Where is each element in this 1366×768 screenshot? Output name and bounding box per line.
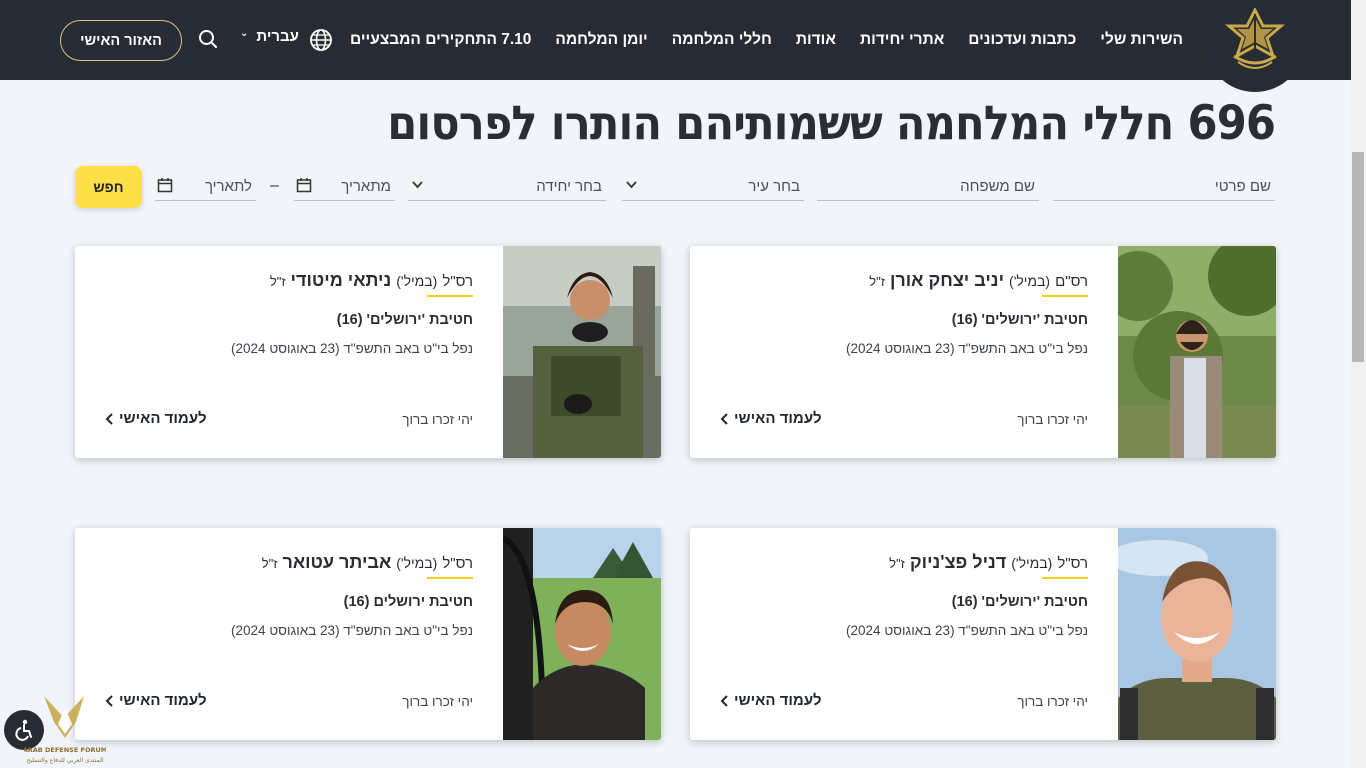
chevron-left-icon — [720, 412, 728, 425]
fallen-unit: חטיבת 'ירושלים' (16) — [336, 312, 473, 328]
fallen-date: נפל בי"ט באב התשפ"ד (23 באוגוסט 2024) — [231, 623, 473, 638]
date-range-separator: – — [270, 177, 279, 194]
forum-watermark-line2: المنتدى العربي للدفاع والتسليح — [27, 757, 104, 764]
soldier-photo — [503, 246, 661, 458]
fallen-card[interactable]: רס"ם (במיל') יניב יצחק אורן ז"ל חטיבת 'י… — [690, 246, 1276, 458]
calendar-icon[interactable] — [157, 177, 173, 197]
main-nav: השירות שלי כתבות ועדכונים אתרי יחידות או… — [350, 0, 1195, 80]
name-underline — [1042, 577, 1088, 579]
nav-item-articles[interactable]: כתבות ועדכונים — [956, 31, 1088, 49]
fallen-date: נפל בי"ט באב התשפ"ד (23 באוגוסט 2024) — [846, 341, 1088, 356]
chevron-down-icon — [626, 180, 637, 192]
idf-emblem-icon — [1224, 8, 1286, 69]
forum-watermark: ARAB DEFENSE FORUM المنتدى العربي للدفاع… — [23, 688, 107, 768]
fallen-name: רס"ם (במיל') יניב יצחק אורן ז"ל — [869, 270, 1088, 290]
site-header: השירות שלי כתבות ועדכונים אתרי יחידות או… — [0, 0, 1351, 92]
chevron-left-icon — [720, 694, 728, 707]
idf-logo[interactable] — [1205, 0, 1305, 92]
personal-page-link[interactable]: לעמוד האישי — [105, 692, 207, 709]
fallen-date: נפל בי"ט באב התשפ"ד (23 באוגוסט 2024) — [846, 623, 1088, 638]
chevron-down-icon — [412, 180, 423, 192]
memorial-text: יהי זכרו ברוך — [1017, 412, 1088, 427]
soldier-photo — [503, 528, 661, 740]
nav-item-about[interactable]: אודות — [784, 31, 848, 49]
to-date-placeholder: לתאריך — [204, 177, 252, 195]
forum-watermark-line1: ARAB DEFENSE FORUM — [24, 746, 106, 754]
fallen-name: רס"ל (במיל') אביתר עטואר ז"ל — [261, 552, 473, 572]
unit-select[interactable]: בחר יחידה — [408, 172, 606, 201]
name-underline — [427, 295, 473, 297]
first-name-input[interactable]: שם פרטי — [1053, 172, 1275, 201]
nav-item-fallen[interactable]: חללי המלחמה — [660, 31, 784, 49]
page-title: 696 חללי המלחמה ששמותיהם הותרו לפרסום — [387, 96, 1276, 151]
name-underline — [1042, 295, 1088, 297]
nav-item-war-diary[interactable]: יומן המלחמה — [543, 31, 659, 49]
nav-item-my-service[interactable]: השירות שלי — [1088, 31, 1195, 49]
fallen-name: רס"ל (במיל') ניתאי מיטודי ז"ל — [269, 270, 473, 290]
name-underline — [427, 577, 473, 579]
chevron-left-icon — [105, 694, 113, 707]
to-date-input[interactable]: לתאריך — [155, 172, 256, 201]
nav-item-investigations[interactable]: 7.10 התחקירים המבצעיים — [338, 31, 543, 49]
fallen-date: נפל בי"ט באב התשפ"ד (23 באוגוסט 2024) — [231, 341, 473, 356]
scrollbar-track[interactable] — [1351, 0, 1366, 768]
memorial-text: יהי זכרו ברוך — [402, 412, 473, 427]
last-name-input[interactable]: שם משפחה — [817, 172, 1039, 201]
personal-area-button[interactable]: האזור האישי — [60, 20, 182, 61]
fallen-card[interactable]: רס"ל (במיל') ניתאי מיטודי ז"ל חטיבת 'ירו… — [75, 246, 661, 458]
from-date-placeholder: מתאריך — [341, 177, 391, 195]
soldier-photo — [1118, 528, 1276, 740]
city-select[interactable]: בחר עיר — [622, 172, 804, 201]
personal-page-label: לעמוד האישי — [119, 692, 207, 709]
chevron-down-icon: ⌄ — [240, 28, 249, 39]
personal-page-link[interactable]: לעמוד האישי — [720, 410, 822, 427]
search-submit-button[interactable]: חפש — [75, 166, 142, 208]
fallen-card[interactable]: רס"ל (במיל') אביתר עטואר ז"ל חטיבת ירושל… — [75, 528, 661, 740]
last-name-placeholder: שם משפחה — [960, 177, 1035, 195]
fallen-card[interactable]: רס"ל (במיל') דניל פצ'ניוק ז"ל חטיבת 'ירו… — [690, 528, 1276, 740]
nav-item-unit-sites[interactable]: אתרי יחידות — [848, 31, 956, 49]
fallen-unit: חטיבת 'ירושלים' (16) — [951, 594, 1088, 610]
fallen-name: רס"ל (במיל') דניל פצ'ניוק ז"ל — [889, 552, 1088, 572]
unit-select-label: בחר יחידה — [536, 177, 602, 195]
personal-page-label: לעמוד האישי — [734, 692, 822, 709]
scrollbar-thumb[interactable] — [1352, 152, 1364, 362]
from-date-input[interactable]: מתאריך — [294, 172, 395, 201]
personal-page-label: לעמוד האישי — [119, 410, 207, 427]
globe-icon[interactable] — [309, 28, 333, 57]
personal-page-link[interactable]: לעמוד האישי — [720, 692, 822, 709]
memorial-text: יהי זכרו ברוך — [402, 694, 473, 709]
city-select-label: בחר עיר — [748, 177, 800, 195]
calendar-icon[interactable] — [296, 177, 312, 197]
personal-page-link[interactable]: לעמוד האישי — [105, 410, 207, 427]
search-icon[interactable] — [198, 29, 218, 54]
fallen-unit: חטיבת 'ירושלים' (16) — [951, 312, 1088, 328]
personal-page-label: לעמוד האישי — [734, 410, 822, 427]
first-name-placeholder: שם פרטי — [1214, 177, 1271, 195]
chevron-left-icon — [105, 412, 113, 425]
language-selector[interactable]: עברית ⌄ — [240, 28, 299, 45]
fallen-unit: חטיבת ירושלים (16) — [343, 594, 473, 610]
memorial-text: יהי זכרו ברוך — [1017, 694, 1088, 709]
soldier-photo — [1118, 246, 1276, 458]
language-label: עברית — [256, 28, 299, 45]
